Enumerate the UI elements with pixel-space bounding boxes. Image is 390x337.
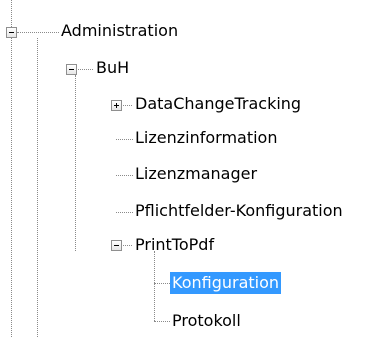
tree-item-datachangetracking[interactable]: DataChangeTracking	[133, 93, 303, 115]
tree-connector-line	[154, 321, 170, 322]
navigation-tree: Administration BuH DataChangeTracking Li…	[0, 0, 390, 337]
tree-connector-line	[17, 32, 59, 33]
tree-item-administration[interactable]: Administration	[59, 20, 180, 42]
collapse-toggle-icon[interactable]	[6, 27, 17, 38]
tree-connector-line	[116, 139, 133, 140]
tree-item-buh[interactable]: BuH	[94, 57, 131, 79]
tree-connector-line	[116, 212, 133, 213]
tree-connector-line	[75, 69, 93, 70]
tree-item-protokoll[interactable]: Protokoll	[170, 310, 243, 332]
tree-item-konfiguration[interactable]: Konfiguration	[170, 272, 282, 294]
tree-item-pflichtfelder-konfiguration[interactable]: Pflichtfelder-Konfiguration	[133, 200, 345, 222]
collapse-toggle-icon[interactable]	[111, 240, 122, 251]
tree-item-printtopdf[interactable]: PrintToPdf	[133, 234, 216, 256]
tree-connector-line	[37, 38, 38, 337]
tree-connector-line	[75, 75, 76, 251]
tree-item-lizenzmanager[interactable]: Lizenzmanager	[133, 163, 259, 185]
tree-connector-line	[11, 0, 12, 337]
collapse-toggle-icon[interactable]	[66, 64, 77, 75]
tree-connector-line	[116, 175, 133, 176]
tree-connector-line	[154, 283, 170, 284]
expand-toggle-icon[interactable]	[111, 100, 122, 111]
tree-connector-line	[154, 251, 155, 321]
tree-item-lizenzinformation[interactable]: Lizenzinformation	[133, 127, 279, 149]
